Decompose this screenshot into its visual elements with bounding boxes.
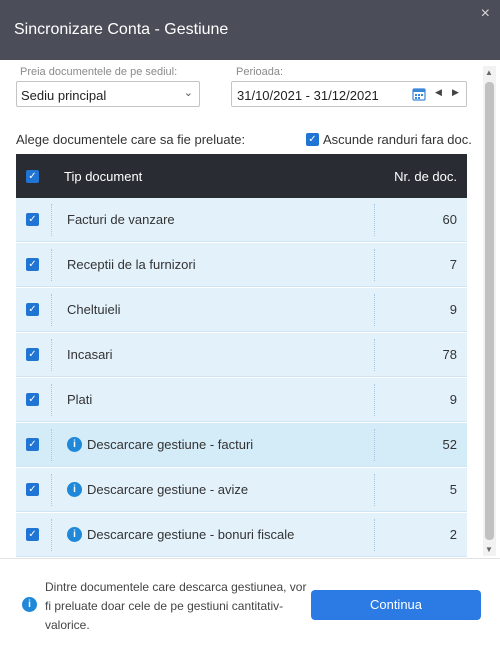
row-count: 60	[442, 212, 457, 227]
divider	[374, 519, 375, 551]
calendar-icon[interactable]	[412, 87, 426, 101]
row-checkbox[interactable]: ✓	[26, 258, 39, 271]
sediu-label: Preia documentele de pe sediul:	[20, 66, 178, 78]
row-label: Descarcare gestiune - facturi	[87, 437, 254, 452]
table-row[interactable]: ✓ i Descarcare gestiune - avize 5	[16, 468, 467, 512]
row-label: Incasari	[67, 347, 113, 362]
row-checkbox[interactable]: ✓	[26, 483, 39, 496]
divider	[374, 474, 375, 506]
scroll-down-icon[interactable]: ▼	[485, 545, 493, 554]
col-nr-doc: Nr. de doc.	[394, 169, 457, 184]
row-count: 78	[442, 347, 457, 362]
col-tip-document: Tip document	[64, 169, 143, 184]
divider	[51, 294, 52, 326]
row-count: 52	[442, 437, 457, 452]
scrollbar-thumb[interactable]	[485, 82, 494, 540]
row-label: Facturi de vanzare	[67, 212, 175, 227]
divider	[374, 249, 375, 281]
divider	[374, 384, 375, 416]
dialog-footer: i Dintre documentele care descarca gesti…	[0, 558, 500, 648]
sediu-select[interactable]: Sediu principal ⌄	[16, 81, 200, 107]
divider	[51, 339, 52, 371]
info-icon: i	[22, 597, 37, 612]
dialog-title: Sincronizare Conta - Gestiune	[14, 21, 229, 38]
prev-period-icon[interactable]: ◀	[435, 87, 442, 98]
row-checkbox[interactable]: ✓	[26, 393, 39, 406]
hide-empty-checkbox[interactable]: ✓	[306, 133, 319, 146]
sediu-value: Sediu principal	[21, 88, 107, 103]
table-row[interactable]: ✓ Cheltuieli 9	[16, 288, 467, 332]
scroll-up-icon[interactable]: ▲	[485, 68, 493, 77]
table-row[interactable]: ✓ Incasari 78	[16, 333, 467, 377]
divider	[374, 204, 375, 236]
divider	[374, 339, 375, 371]
select-all-checkbox[interactable]: ✓	[26, 170, 39, 183]
row-checkbox[interactable]: ✓	[26, 528, 39, 541]
divider	[374, 294, 375, 326]
table-row[interactable]: ✓ i Descarcare gestiune - facturi 52	[16, 423, 467, 467]
divider	[51, 429, 52, 461]
table-row[interactable]: ✓ Plati 9	[16, 378, 467, 422]
divider	[51, 249, 52, 281]
row-count: 5	[449, 482, 457, 497]
divider	[51, 384, 52, 416]
divider	[51, 474, 52, 506]
row-count: 2	[449, 527, 457, 542]
row-label: Plati	[67, 392, 93, 407]
perioada-label: Perioada:	[236, 66, 284, 78]
table-row[interactable]: ✓ Receptii de la furnizori 7	[16, 243, 467, 287]
scrollbar[interactable]: ▲ ▼	[483, 66, 496, 556]
intro-text: Alege documentele care sa fie preluate:	[16, 132, 246, 147]
row-count: 9	[449, 302, 457, 317]
row-checkbox[interactable]: ✓	[26, 348, 39, 361]
hide-empty-label[interactable]: Ascunde randuri fara doc.	[323, 132, 472, 147]
row-label: Cheltuieli	[67, 302, 121, 317]
row-checkbox[interactable]: ✓	[26, 303, 39, 316]
continua-button[interactable]: Continua	[311, 590, 481, 620]
info-icon[interactable]: i	[67, 437, 82, 452]
chevron-down-icon: ⌄	[183, 87, 193, 99]
row-label: Descarcare gestiune - avize	[87, 482, 249, 497]
row-count: 7	[449, 257, 457, 272]
footer-note: Dintre documentele care descarca gestiun…	[45, 580, 307, 632]
divider	[51, 204, 52, 236]
row-label: Descarcare gestiune - bonuri fiscale	[87, 527, 295, 542]
row-checkbox[interactable]: ✓	[26, 438, 39, 451]
row-checkbox[interactable]: ✓	[26, 213, 39, 226]
divider	[51, 519, 52, 551]
perioada-value: 31/10/2021 - 31/12/2021	[237, 88, 379, 103]
perioada-picker[interactable]: 31/10/2021 - 31/12/2021 ◀ ▶	[231, 81, 467, 107]
title-bar: Sincronizare Conta - Gestiune ×	[0, 0, 500, 60]
info-icon[interactable]: i	[67, 482, 82, 497]
close-icon[interactable]: ×	[481, 4, 490, 24]
info-icon[interactable]: i	[67, 527, 82, 542]
row-label: Receptii de la furnizori	[67, 257, 196, 272]
next-period-icon[interactable]: ▶	[452, 87, 459, 98]
table-row[interactable]: ✓ i Descarcare gestiune - bonuri fiscale…	[16, 513, 467, 557]
row-count: 9	[449, 392, 457, 407]
table-row[interactable]: ✓ Facturi de vanzare 60	[16, 198, 467, 242]
divider	[374, 429, 375, 461]
table-header: ✓ Tip document Nr. de doc.	[16, 154, 467, 198]
